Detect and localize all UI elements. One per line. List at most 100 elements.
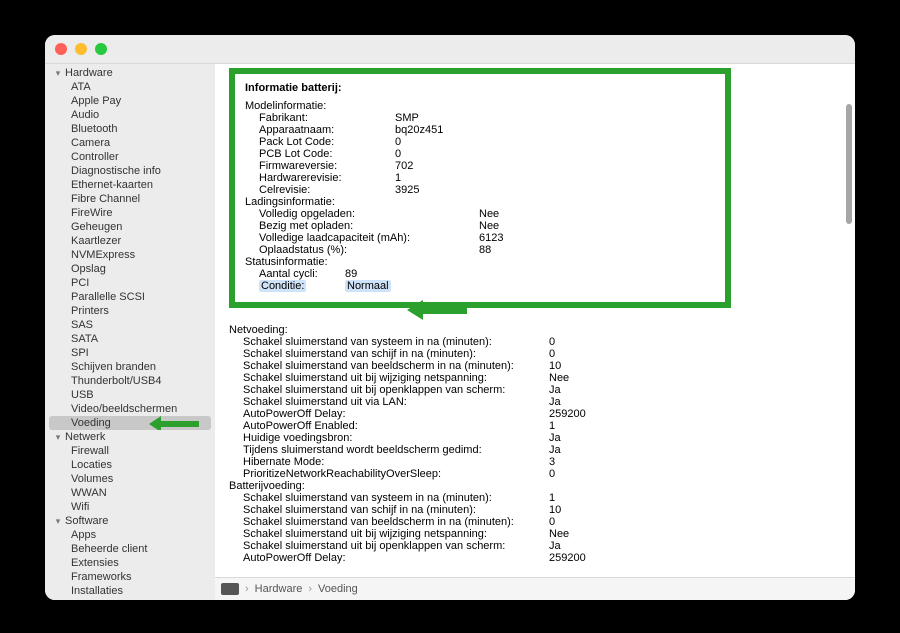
- value-cycles: 89: [345, 268, 357, 280]
- sidebar-item-installaties[interactable]: Installaties: [45, 584, 215, 598]
- sidebar-section-software[interactable]: ▾ Software: [45, 514, 215, 528]
- sidebar-item-pci[interactable]: PCI: [45, 276, 215, 290]
- breadcrumb-voeding[interactable]: Voeding: [318, 583, 358, 595]
- bat-r3-v: 0: [549, 516, 555, 528]
- label-charging: Bezig met opladen:: [259, 220, 479, 232]
- window-close-button[interactable]: [55, 43, 67, 55]
- sidebar-item-parallelle-scsi[interactable]: Parallelle SCSI: [45, 290, 215, 304]
- net-r3-v: 10: [549, 360, 561, 372]
- net-r5-k: Schakel sluimerstand uit bij openklappen…: [243, 384, 549, 396]
- value-capacity: 6123: [479, 232, 503, 244]
- sidebar-item-spi[interactable]: SPI: [45, 346, 215, 360]
- bat-r4-v: Nee: [549, 528, 569, 540]
- label-cel-rev: Celrevisie:: [259, 184, 395, 196]
- net-r8-v: 1: [549, 420, 555, 432]
- categories-sidebar[interactable]: ▾ Hardware ATAApple PayAudioBluetoothCam…: [45, 64, 215, 600]
- bat-r5-k: Schakel sluimerstand uit bij openklappen…: [243, 540, 549, 552]
- sidebar-item-ata[interactable]: ATA: [45, 80, 215, 94]
- sidebar-item-fibre-channel[interactable]: Fibre Channel: [45, 192, 215, 206]
- chevron-right-icon: ›: [245, 583, 249, 595]
- sidebar-item-volumes[interactable]: Volumes: [45, 472, 215, 486]
- sidebar-item-wifi[interactable]: Wifi: [45, 500, 215, 514]
- sidebar-item-geheugen[interactable]: Geheugen: [45, 220, 215, 234]
- sidebar-section-network[interactable]: ▾ Netwerk: [45, 430, 215, 444]
- label-firmware: Firmwareversie:: [259, 160, 395, 172]
- sidebar-item-usb[interactable]: USB: [45, 388, 215, 402]
- titlebar[interactable]: [45, 35, 855, 64]
- sidebar-section-label: Hardware: [65, 67, 113, 79]
- value-hw-rev: 1: [395, 172, 401, 184]
- value-condition: Normaal: [345, 280, 391, 292]
- breadcrumb-hardware[interactable]: Hardware: [255, 583, 303, 595]
- bat-r2-v: 10: [549, 504, 561, 516]
- net-r12-k: PrioritizeNetworkReachabilityOverSleep:: [243, 468, 549, 480]
- net-r4-v: Nee: [549, 372, 569, 384]
- sidebar-item-controller[interactable]: Controller: [45, 150, 215, 164]
- net-r4-k: Schakel sluimerstand uit bij wijziging n…: [243, 372, 549, 384]
- bat-r2-k: Schakel sluimerstand van schijf in na (m…: [243, 504, 549, 516]
- sidebar-item-beheerde-client[interactable]: Beheerde client: [45, 542, 215, 556]
- battery-section-title: Informatie batterij:: [245, 82, 715, 94]
- annotation-arrow-icon: [407, 300, 467, 323]
- net-r6-v: Ja: [549, 396, 561, 408]
- net-r8-k: AutoPowerOff Enabled:: [243, 420, 549, 432]
- sidebar-item-wwan[interactable]: WWAN: [45, 486, 215, 500]
- label-cycles: Aantal cycli:: [259, 268, 345, 280]
- net-r3-k: Schakel sluimerstand van beeldscherm in …: [243, 360, 549, 372]
- sidebar-item-sata[interactable]: SATA: [45, 332, 215, 346]
- sidebar-item-thunderbolt-usb4[interactable]: Thunderbolt/USB4: [45, 374, 215, 388]
- vertical-scrollbar[interactable]: [846, 104, 852, 224]
- sidebar-item-ethernet-kaarten[interactable]: Ethernet-kaarten: [45, 178, 215, 192]
- chevron-down-icon: ▾: [53, 68, 63, 79]
- label-capacity: Volledige laadcapaciteit (mAh):: [259, 232, 479, 244]
- sidebar-item-printers[interactable]: Printers: [45, 304, 215, 318]
- value-fully-charged: Nee: [479, 208, 499, 220]
- value-charging: Nee: [479, 220, 499, 232]
- annotation-highlight-box: Informatie batterij: Modelinformatie: Fa…: [229, 68, 731, 308]
- value-charge-pct: 88: [479, 244, 491, 256]
- bat-r5-v: Ja: [549, 540, 561, 552]
- sidebar-item-extensies[interactable]: Extensies: [45, 556, 215, 570]
- sidebar-item-bluetooth[interactable]: Bluetooth: [45, 122, 215, 136]
- sidebar-item-schijven-branden[interactable]: Schijven branden: [45, 360, 215, 374]
- bat-r6-k: AutoPowerOff Delay:: [243, 552, 549, 564]
- net-r10-v: Ja: [549, 444, 561, 456]
- bat-r4-k: Schakel sluimerstand uit bij wijziging n…: [243, 528, 549, 540]
- sidebar-item-locaties[interactable]: Locaties: [45, 458, 215, 472]
- sidebar-item-apps[interactable]: Apps: [45, 528, 215, 542]
- sidebar-item-firewire[interactable]: FireWire: [45, 206, 215, 220]
- sidebar-item-opslag[interactable]: Opslag: [45, 262, 215, 276]
- path-bar[interactable]: › Hardware › Voeding: [215, 577, 855, 600]
- system-information-window: ▾ Hardware ATAApple PayAudioBluetoothCam…: [45, 35, 855, 600]
- netvoeding-title: Netvoeding:: [229, 324, 849, 336]
- net-r9-k: Huidige voedingsbron:: [243, 432, 549, 444]
- label-condition: Conditie:: [259, 280, 306, 292]
- model-info-title: Modelinformatie:: [245, 100, 715, 112]
- sidebar-item-nvmexpress[interactable]: NVMExpress: [45, 248, 215, 262]
- net-r12-v: 0: [549, 468, 555, 480]
- net-r11-k: Hibernate Mode:: [243, 456, 549, 468]
- batterijvoeding-title: Batterijvoeding:: [229, 480, 849, 492]
- net-r11-v: 3: [549, 456, 555, 468]
- label-apparaatnaam: Apparaatnaam:: [259, 124, 395, 136]
- window-minimize-button[interactable]: [75, 43, 87, 55]
- sidebar-item-audio[interactable]: Audio: [45, 108, 215, 122]
- sidebar-section-hardware[interactable]: ▾ Hardware: [45, 66, 215, 80]
- sidebar-item-video-beeldschermen[interactable]: Video/beeldschermen: [45, 402, 215, 416]
- label-pack-lot: Pack Lot Code:: [259, 136, 395, 148]
- sidebar-item-kaartlezer[interactable]: Kaartlezer: [45, 234, 215, 248]
- sidebar-item-frameworks[interactable]: Frameworks: [45, 570, 215, 584]
- sidebar-item-camera[interactable]: Camera: [45, 136, 215, 150]
- bat-r6-v: 259200: [549, 552, 586, 564]
- sidebar-item-firewall[interactable]: Firewall: [45, 444, 215, 458]
- value-pack-lot: 0: [395, 136, 401, 148]
- chevron-down-icon: ▾: [53, 432, 63, 443]
- computer-icon: [221, 583, 239, 595]
- net-r7-v: 259200: [549, 408, 586, 420]
- window-zoom-button[interactable]: [95, 43, 107, 55]
- sidebar-item-voeding[interactable]: Voeding: [49, 416, 211, 430]
- label-hw-rev: Hardwarerevisie:: [259, 172, 395, 184]
- sidebar-item-sas[interactable]: SAS: [45, 318, 215, 332]
- sidebar-item-apple-pay[interactable]: Apple Pay: [45, 94, 215, 108]
- sidebar-item-diagnostische-info[interactable]: Diagnostische info: [45, 164, 215, 178]
